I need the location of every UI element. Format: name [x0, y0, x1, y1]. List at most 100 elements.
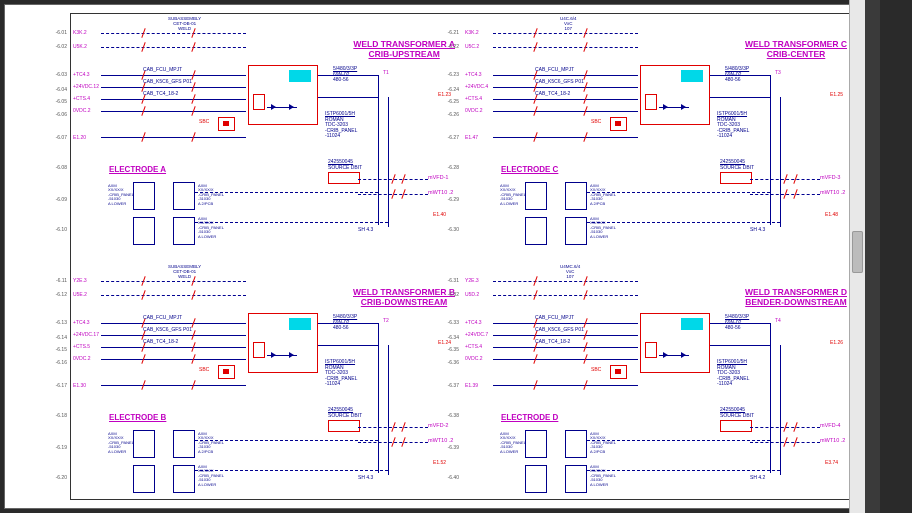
- row-label: -6.11: [43, 278, 67, 284]
- wire: [493, 359, 638, 360]
- transformer-title: WELD TRANSFORMER DBENDER-DOWNSTREAM: [745, 287, 847, 307]
- wire: [493, 137, 638, 138]
- wire: [780, 345, 781, 475]
- left-ref-tag: +CTS.5: [73, 344, 90, 350]
- sig-box: [720, 420, 752, 432]
- row-label: -6.16: [43, 360, 67, 366]
- l3: WELD: [168, 275, 201, 280]
- load-label: SH 4.3: [358, 475, 373, 481]
- l3: 480-56: [725, 326, 749, 332]
- row-label: -6.02: [43, 44, 67, 50]
- row-label: -6.06: [43, 112, 67, 118]
- left-ref-tag: +24VDC.17: [73, 332, 99, 338]
- row-label: -6.21: [435, 30, 459, 36]
- row-label: -6.04: [43, 87, 67, 93]
- left-ref-tag: +24VDC.7: [465, 332, 488, 338]
- sig-block2: SOURCE DBIT: [328, 413, 362, 419]
- l3: WELD: [168, 27, 201, 32]
- cable-label: CAB_FCU_MPJT: [535, 315, 574, 321]
- l5: -11024: [325, 134, 357, 140]
- sbc-label: SBC: [199, 367, 209, 373]
- row-label: -6.14: [43, 335, 67, 341]
- left-ref-tag: +TC4.3: [73, 72, 90, 78]
- arm-text: AXMXX/XX/X-CRIB_PANEL-51030A LOWER: [590, 217, 616, 239]
- left-ref-tag: U5E.2: [73, 292, 87, 298]
- electrode-title: ELECTRODE A: [109, 165, 166, 174]
- wire: [378, 323, 379, 473]
- wire: [101, 99, 246, 100]
- arm-box: [565, 217, 587, 245]
- wire: [780, 97, 781, 227]
- arm-text: AXMXX/XX/X-CRIB_PANEL-31030A 2/PCB: [198, 432, 224, 454]
- electrode-title: ELECTRODE D: [501, 413, 558, 422]
- device-block: ISTP6001/5HROMANTDC-3203-CRIB_PANEL-1102…: [717, 360, 749, 388]
- row-label: -6.33: [435, 320, 459, 326]
- top-block: U4MC.6/4VxC107: [560, 265, 580, 280]
- row-label: -6.22: [435, 44, 459, 50]
- cable-label: CAB_TC4_18-2: [143, 91, 178, 97]
- wire: [388, 97, 389, 227]
- sig-r3: E3.74: [825, 460, 838, 466]
- left-ref-tag: +TC4.3: [465, 72, 482, 78]
- wire: [710, 323, 770, 324]
- row-label: -6.35: [435, 347, 459, 353]
- l3: 480-56: [725, 78, 749, 84]
- wire: [101, 295, 246, 296]
- row-label: -6.30: [435, 227, 459, 233]
- drawing-canvas[interactable]: WELD TRANSFORMER ACRIB-UPSTREAMELECTRODE…: [4, 4, 861, 509]
- left-ref-tag: +TC4.3: [465, 320, 482, 326]
- wire: [267, 107, 297, 108]
- wire: [101, 385, 246, 386]
- l5: -11024: [717, 134, 749, 140]
- device-block: ISTP6001/5HROMANTDC-3203-CRIB_PANEL-1102…: [717, 112, 749, 140]
- quadrant-a: WELD TRANSFORMER ACRIB-UPSTREAMELECTRODE…: [73, 17, 463, 257]
- row-label: -6.20: [43, 475, 67, 481]
- sig-block2: SOURCE DBIT: [328, 165, 362, 171]
- wire: [101, 87, 246, 88]
- cable-label: CAB_K5C6_GFS P01: [143, 327, 192, 333]
- row-label: -6.25: [435, 99, 459, 105]
- cable-label: CAB_K5C6_GFS P01: [535, 79, 584, 85]
- wire: [493, 295, 638, 296]
- row-label: -6.31: [435, 278, 459, 284]
- wire: [710, 97, 770, 98]
- left-ref-tag: U5K.2: [73, 44, 87, 50]
- row-label: -6.34: [435, 335, 459, 341]
- wire: [587, 222, 780, 223]
- row-label: -6.03: [43, 72, 67, 78]
- wire: [493, 99, 638, 100]
- left-ref-tag: K3K.2: [465, 30, 479, 36]
- row-label: -6.17: [43, 383, 67, 389]
- scroll-thumb[interactable]: [852, 231, 863, 273]
- row-label: -6.28: [435, 165, 459, 171]
- arm-text: AXMXX/XX/X-CRIB_PANEL-51030A LOWER: [500, 432, 526, 454]
- row-label: -6.08: [43, 165, 67, 171]
- wire: [493, 33, 638, 34]
- cable-label: CAB_FCU_MPJT: [143, 315, 182, 321]
- vertical-scrollbar[interactable]: [849, 0, 865, 513]
- arm-box: [173, 430, 195, 458]
- device-block: ISTP6001/5HROMANTDC-3203-CRIB_PANEL-1102…: [325, 112, 357, 140]
- left-ref-tag: K3K.2: [73, 30, 87, 36]
- arm-box: [525, 182, 547, 210]
- e-tag: E1.25: [830, 92, 843, 98]
- row-label: -6.13: [43, 320, 67, 326]
- title-line2: CRIB-DOWNSTREAM: [353, 297, 455, 307]
- sig-r1: mVFD-3: [820, 175, 840, 181]
- row-label: -6.07: [43, 135, 67, 141]
- cable-label: CAB_TC4_18-2: [143, 339, 178, 345]
- wire: [770, 323, 771, 473]
- left-ref-tag: +TC4.3: [73, 320, 90, 326]
- wire: [101, 33, 246, 34]
- load-label: SH 4.3: [358, 227, 373, 233]
- wire: [493, 47, 638, 48]
- wire: [493, 111, 638, 112]
- row-label: -6.05: [43, 99, 67, 105]
- arm-box: [133, 217, 155, 245]
- arm-text: AXMXX/XX/X-CRIB_PANEL-51030A LOWER: [198, 465, 224, 487]
- arm-text: AXMXX/XX/X-CRIB_PANEL-51030A LOWER: [590, 465, 616, 487]
- arm-text: AXMXX/XX/X-CRIB_PANEL-31030A 2/PCB: [590, 432, 616, 454]
- wire: [587, 470, 780, 471]
- row-label: -6.15: [43, 347, 67, 353]
- arm-text: AXMXX/XX/X-CRIB_PANEL-31030A 2/PCB: [590, 184, 616, 206]
